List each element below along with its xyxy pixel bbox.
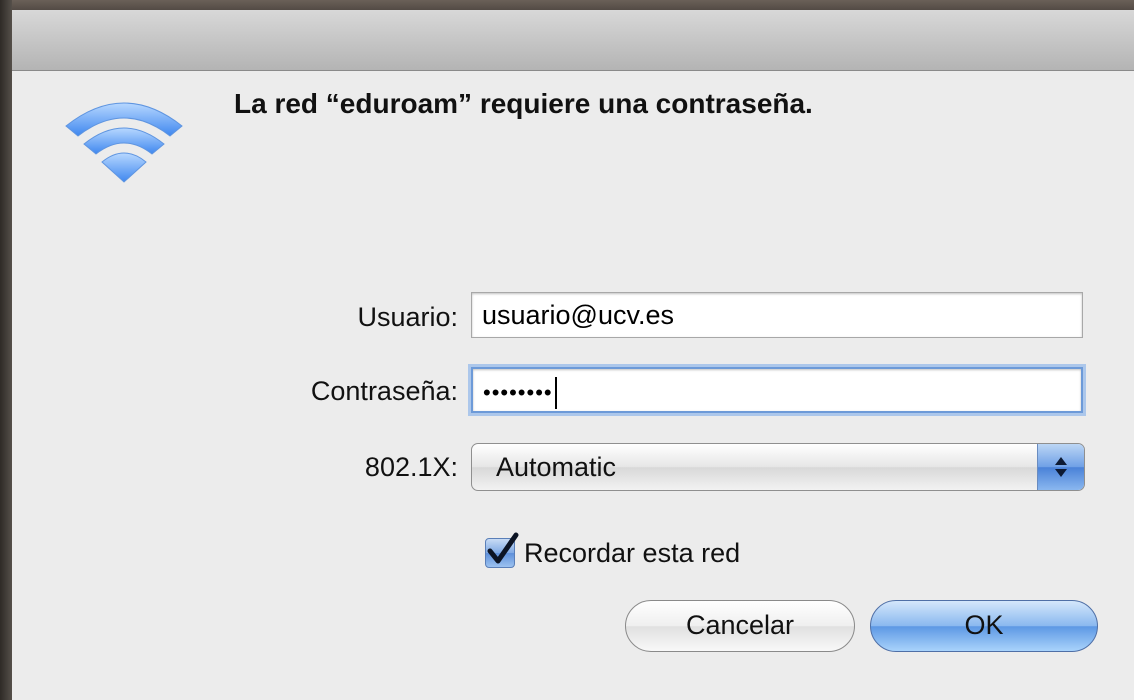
password-mask: ••••••••	[483, 380, 553, 405]
select-stepper-icon	[1037, 444, 1084, 490]
security-label: 802.1X:	[364, 452, 458, 482]
dialog-title: La red “eduroam” requiere una contraseña…	[234, 88, 813, 119]
background-window-edge-left	[0, 0, 12, 700]
arrow-down-icon	[1055, 469, 1067, 477]
ok-button[interactable]: OK	[870, 600, 1098, 652]
security-select-value: Automatic	[496, 452, 617, 482]
network-password-dialog: La red “eduroam” requiere una contraseña…	[12, 10, 1134, 700]
dialog-titlebar[interactable]	[12, 10, 1134, 71]
username-label: Usuario:	[357, 302, 458, 332]
cancel-button[interactable]: Cancelar	[625, 600, 855, 652]
arrow-up-icon	[1055, 457, 1067, 465]
checkmark-icon	[487, 532, 519, 564]
password-field[interactable]: ••••••••	[471, 367, 1083, 413]
remember-network-label[interactable]: Recordar esta red	[524, 538, 740, 569]
remember-network-checkbox[interactable]	[485, 532, 519, 568]
username-field[interactable]: usuario@ucv.es	[471, 292, 1083, 338]
security-select[interactable]: Automatic	[471, 443, 1085, 491]
text-caret	[554, 376, 557, 409]
username-value: usuario@ucv.es	[482, 300, 674, 330]
password-label: Contraseña:	[310, 376, 458, 406]
wifi-icon	[65, 102, 183, 183]
